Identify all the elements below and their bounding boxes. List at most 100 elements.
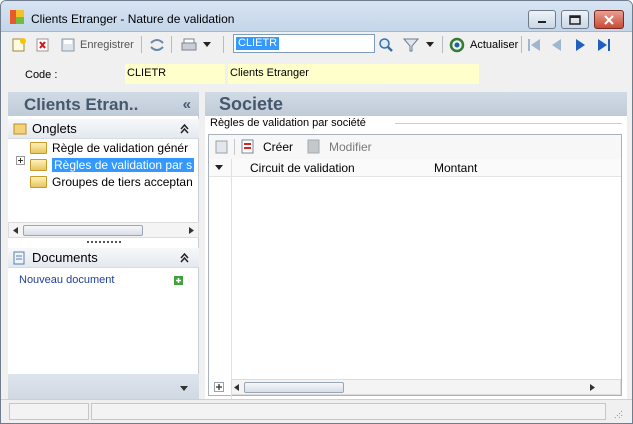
tabs-section-header[interactable]: Onglets	[8, 119, 199, 139]
collapse-panel-button[interactable]: «	[183, 96, 191, 113]
create-icon	[241, 139, 254, 154]
last-icon	[598, 38, 610, 51]
first-record-button[interactable]	[526, 35, 542, 54]
separator	[442, 36, 443, 53]
scroll-left-icon[interactable]	[234, 384, 239, 391]
scrollbar-thumb[interactable]	[244, 382, 344, 393]
modify-button[interactable]: Modifier	[307, 139, 372, 154]
status-cell	[9, 403, 89, 420]
code-label: Code :	[25, 69, 58, 81]
create-button[interactable]: Créer	[241, 139, 293, 154]
printer-icon	[181, 38, 197, 50]
tabs-section-label: Onglets	[32, 121, 77, 136]
search-icon	[379, 37, 393, 52]
chevron-down-icon[interactable]	[180, 386, 188, 391]
folder-open-icon	[30, 159, 47, 171]
folder-icon	[13, 123, 27, 135]
search-input[interactable]: CLIETR	[233, 34, 375, 53]
right-panel: Societe Règles de validation par société…	[205, 92, 627, 402]
code-bar: Code : CLIETR Clients Etranger	[1, 59, 632, 89]
grid-column-header: Circuit de validation Montant	[209, 159, 621, 402]
scroll-right-icon[interactable]	[189, 227, 194, 234]
column-amount[interactable]: Montant	[434, 161, 477, 175]
search-button[interactable]	[378, 35, 394, 54]
previous-record-button[interactable]	[549, 35, 565, 54]
refresh-label: Actualiser	[470, 38, 519, 51]
modify-label: Modifier	[329, 139, 372, 154]
next-icon	[576, 38, 585, 51]
chevron-down-icon[interactable]	[215, 165, 223, 170]
minimize-button[interactable]	[528, 10, 556, 29]
add-row-icon[interactable]	[214, 382, 224, 392]
title-bar: Clients Etranger - Nature de validation	[1, 1, 632, 32]
tree-item-company-validation[interactable]: Règles de validation par s	[30, 157, 199, 173]
new-record-icon	[12, 37, 26, 51]
add-document-icon[interactable]	[174, 276, 183, 285]
next-record-button[interactable]	[572, 35, 588, 54]
print-button[interactable]	[179, 35, 212, 54]
row-indicator-border	[231, 159, 232, 402]
separator	[223, 36, 224, 53]
filter-button[interactable]	[403, 35, 435, 54]
delete-icon	[36, 38, 49, 51]
grid-toolbar: Créer Modifier	[209, 135, 621, 159]
last-record-button[interactable]	[596, 35, 612, 54]
filter-icon	[403, 38, 419, 51]
code-field[interactable]: CLIETR	[125, 64, 225, 84]
left-panel-title-text: Clients Etran..	[24, 95, 139, 114]
grid-horizontal-scrollbar[interactable]	[231, 379, 621, 395]
main-window: Clients Etranger - Nature de validation …	[0, 0, 633, 424]
collapse-section-icon[interactable]	[180, 253, 189, 263]
splitter-grip[interactable]	[87, 241, 121, 243]
scrollbar-thumb[interactable]	[23, 225, 143, 236]
minimize-icon	[538, 20, 546, 23]
export-icon[interactable]	[215, 140, 228, 154]
documents-section-label: Documents	[32, 250, 98, 265]
separator	[171, 36, 172, 53]
refresh-data-button[interactable]	[148, 35, 166, 54]
name-field[interactable]: Clients Etranger	[228, 64, 479, 84]
close-icon	[604, 14, 614, 25]
panel-splitter[interactable]	[199, 92, 205, 402]
edit-icon	[307, 139, 320, 154]
window-title: Clients Etranger - Nature de validation	[31, 12, 235, 26]
status-bar	[1, 399, 632, 423]
save-icon	[61, 38, 75, 51]
delete-button[interactable]	[35, 35, 51, 54]
new-document-link[interactable]: Nouveau document	[19, 274, 114, 286]
app-icon	[10, 10, 24, 24]
group-label: Règles de validation par société	[209, 117, 367, 129]
document-icon	[13, 251, 25, 265]
left-horizontal-scrollbar[interactable]	[8, 222, 199, 238]
create-label: Créer	[263, 139, 294, 154]
expand-tree-icon[interactable]	[16, 156, 26, 166]
previous-icon	[552, 38, 561, 51]
folder-icon	[30, 176, 47, 188]
collapse-section-icon[interactable]	[180, 124, 189, 134]
separator	[521, 36, 522, 53]
separator	[234, 139, 235, 155]
close-button[interactable]	[594, 10, 624, 29]
scroll-left-icon[interactable]	[13, 227, 18, 234]
left-panel-footer	[8, 374, 199, 402]
first-icon	[528, 38, 540, 51]
tree-item-third-party-groups[interactable]: Groupes de tiers acceptan	[30, 174, 199, 190]
tree-item-general-validation[interactable]: Règle de validation génér	[30, 140, 199, 156]
left-panel-title: Clients Etran.. «	[8, 92, 199, 116]
refresh-button[interactable]: Actualiser	[449, 35, 518, 54]
left-panel: Clients Etran.. « Onglets Règle de valid…	[8, 92, 199, 402]
new-button[interactable]	[11, 35, 27, 54]
save-button[interactable]: Enregistrer	[60, 35, 134, 54]
tree-item-label: Groupes de tiers acceptan	[52, 175, 193, 189]
maximize-button[interactable]	[561, 10, 589, 29]
separator	[141, 36, 142, 53]
save-label: Enregistrer	[80, 38, 134, 51]
group-divider	[395, 123, 622, 124]
refresh-icon	[449, 37, 465, 52]
tree-item-label: Règle de validation génér	[52, 141, 189, 155]
resize-grip-icon[interactable]	[612, 409, 623, 420]
documents-section-header[interactable]: Documents	[8, 248, 199, 268]
column-circuit[interactable]: Circuit de validation	[250, 161, 355, 175]
scroll-right-icon[interactable]	[590, 384, 595, 391]
chevron-down-icon	[426, 41, 434, 47]
